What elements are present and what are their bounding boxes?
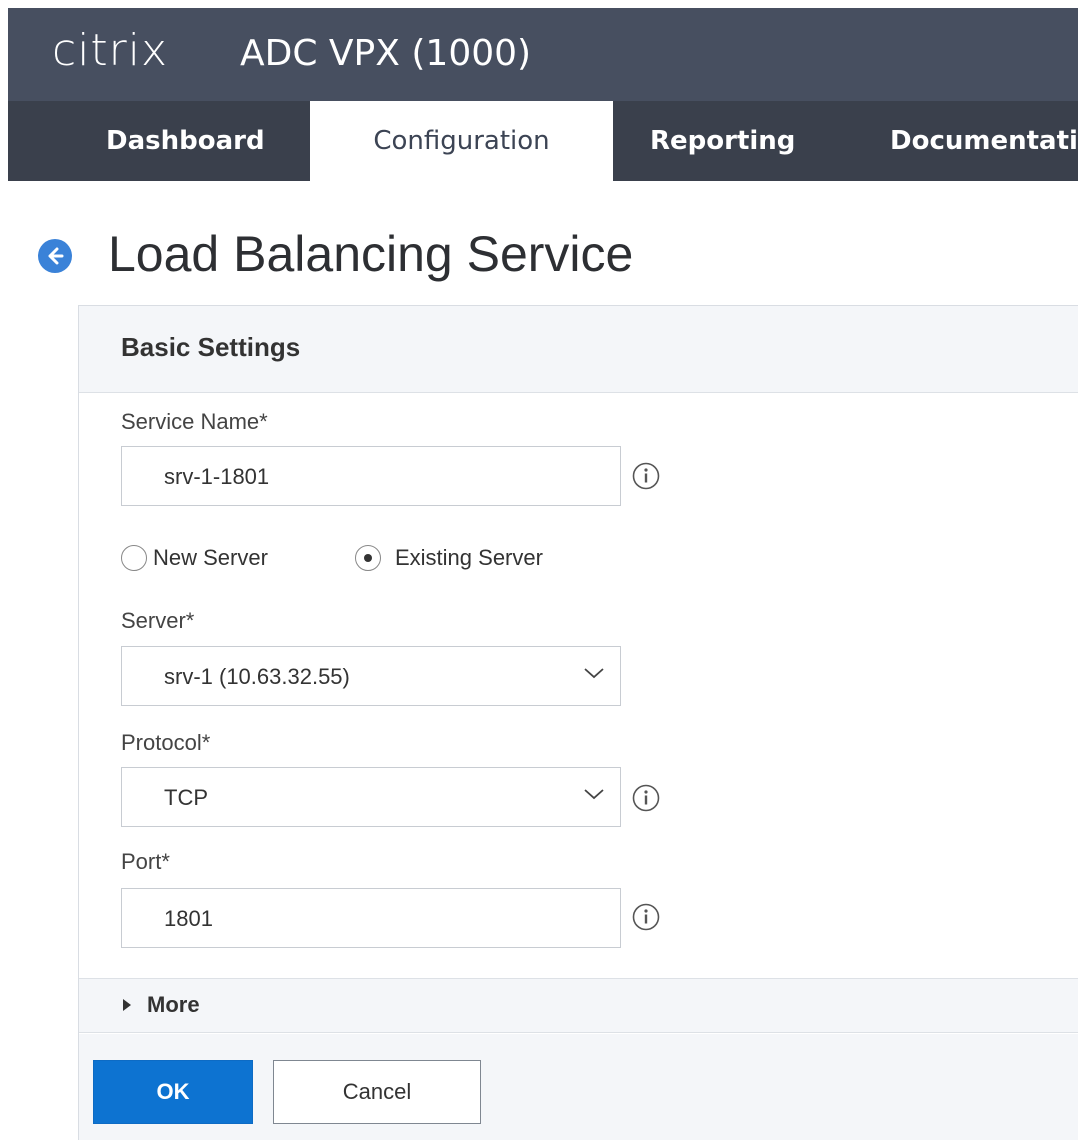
tab-documentation[interactable]: Documentati [890,101,1078,181]
info-icon[interactable] [631,783,661,813]
new-server-label[interactable]: New Server [153,544,268,572]
citrix-logo: citrix [52,25,169,76]
info-icon[interactable] [631,461,661,491]
existing-server-label[interactable]: Existing Server [395,544,543,572]
info-icon[interactable] [631,902,661,932]
ok-button[interactable]: OK [93,1060,253,1124]
server-select-value: srv-1 (10.63.32.55) [164,664,350,689]
more-label: More [147,992,200,1017]
chevron-down-icon [584,789,604,800]
product-title: ADC VPX (1000) [240,33,532,74]
tab-configuration[interactable]: Configuration [310,101,613,181]
protocol-label: Protocol* [121,730,211,755]
more-section-toggle[interactable]: More [79,978,1078,1033]
port-label: Port* [121,849,170,874]
app-header: citrix ADC VPX (1000) [8,8,1078,101]
service-name-input[interactable]: srv-1-1801 [121,446,621,506]
chevron-down-icon [584,668,604,679]
cancel-button[interactable]: Cancel [273,1060,481,1124]
form-actions: OK Cancel [79,1034,1078,1140]
existing-server-radio[interactable] [355,545,381,571]
basic-settings-panel: Basic Settings Service Name* srv-1-1801 … [78,305,1078,1140]
panel-header: Basic Settings [79,306,1078,393]
service-name-value: srv-1-1801 [164,464,270,489]
tab-dashboard[interactable]: Dashboard [106,101,265,181]
server-select[interactable]: srv-1 (10.63.32.55) [121,646,621,706]
port-value: 1801 [164,906,213,931]
page-title: Load Balancing Service [108,226,634,282]
panel-header-title: Basic Settings [121,332,301,362]
port-input[interactable]: 1801 [121,888,621,948]
main-nav: Dashboard Configuration Reporting Docume… [8,101,1078,181]
new-server-radio[interactable] [121,545,147,571]
tab-reporting[interactable]: Reporting [650,101,795,181]
server-label: Server* [121,608,195,633]
service-name-label: Service Name* [121,409,268,434]
protocol-select[interactable]: TCP [121,767,621,827]
back-arrow-icon[interactable] [38,239,72,273]
caret-right-icon [123,999,131,1011]
protocol-select-value: TCP [164,785,208,810]
radio-selected-dot [364,554,372,562]
